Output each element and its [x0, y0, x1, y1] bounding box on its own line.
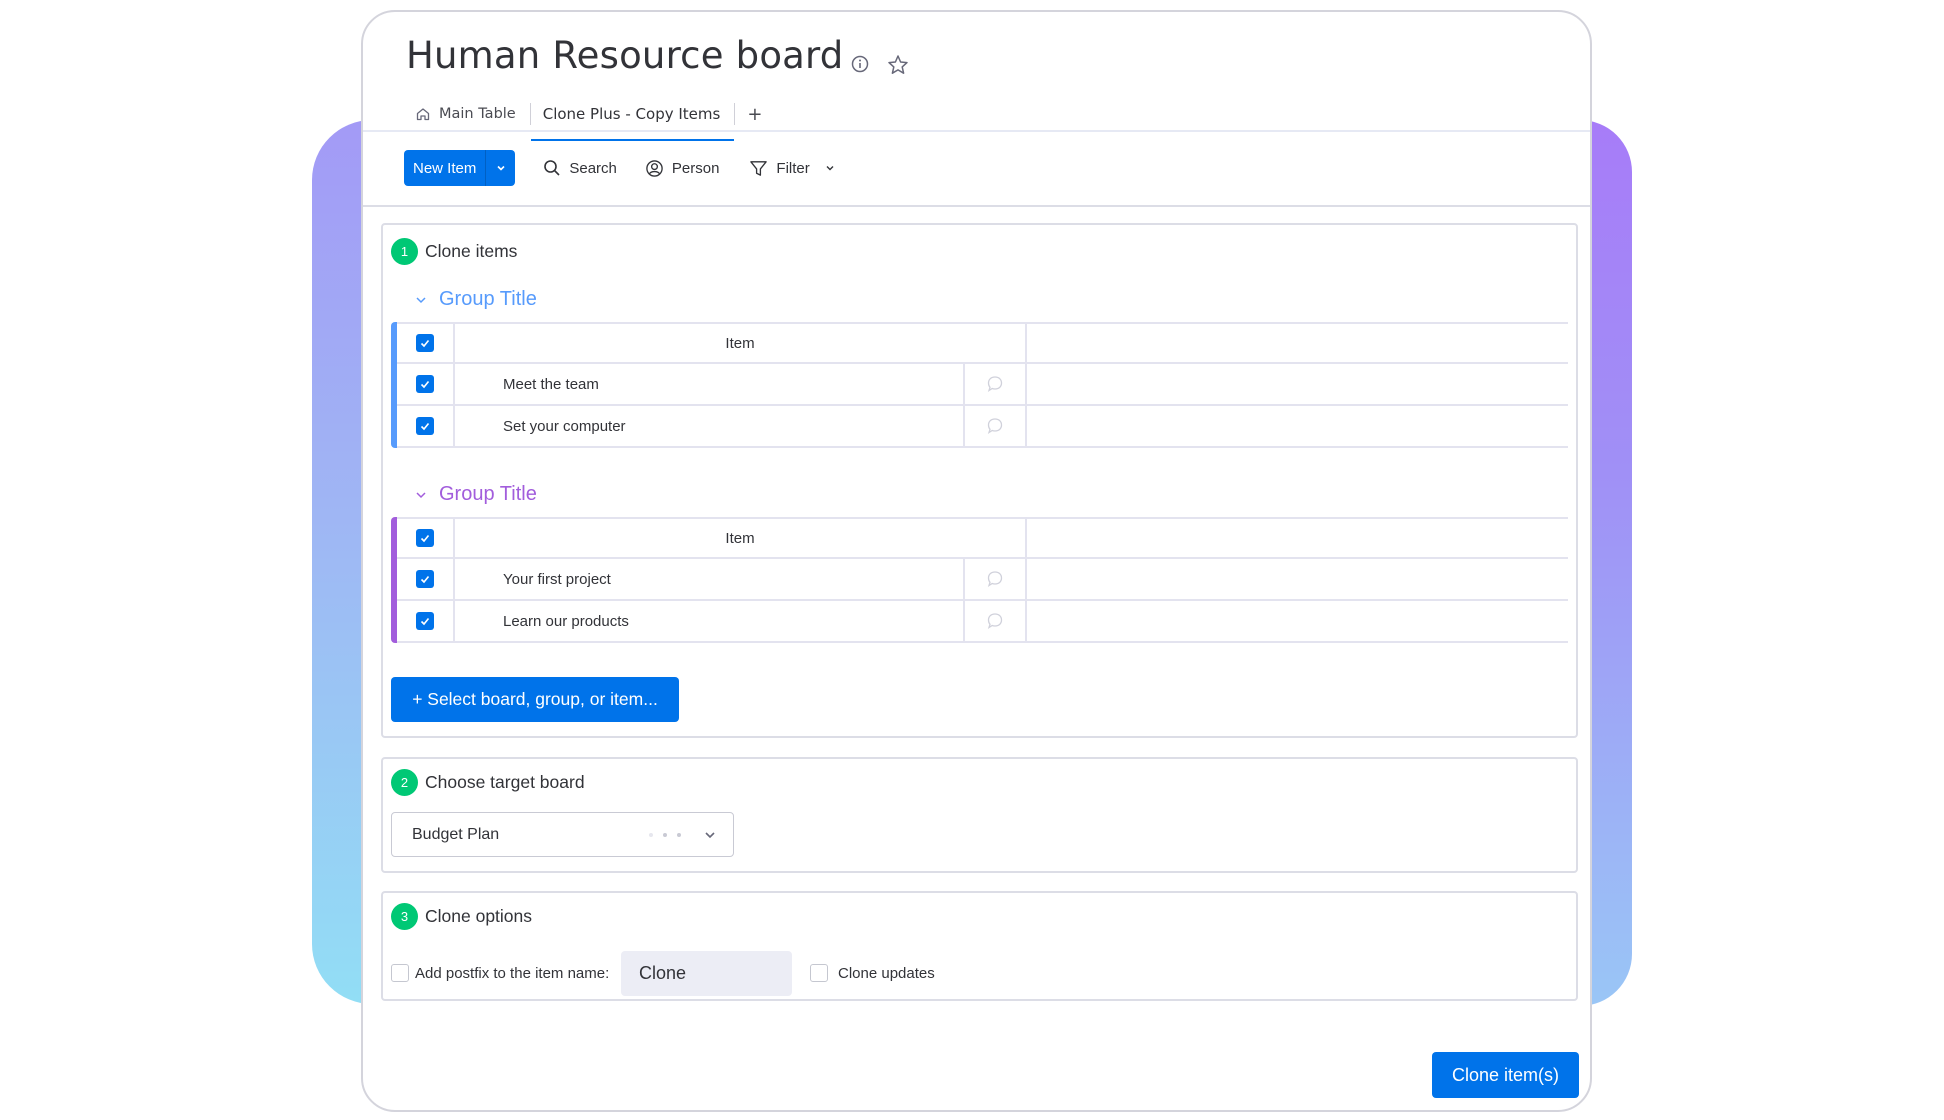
group-title-label: Group Title: [439, 288, 537, 310]
filter-button[interactable]: Filter: [749, 159, 835, 178]
clone-updates-checkbox[interactable]: [810, 964, 828, 982]
target-board-dropdown[interactable]: Budget Plan: [391, 812, 734, 857]
person-filter-button[interactable]: Person: [645, 159, 720, 178]
clone-options-row: Add postfix to the item name: Clone upda…: [391, 950, 935, 996]
section-title: Choose target board: [425, 772, 585, 792]
step-header: 3 Clone options: [391, 903, 532, 930]
item-name: Your first project: [455, 559, 965, 599]
clone-updates-label: Clone updates: [838, 964, 935, 982]
new-item-button[interactable]: New Item: [404, 150, 516, 186]
chevron-down-icon: [416, 296, 426, 303]
tab-main-table[interactable]: Main Table: [403, 96, 530, 132]
search-icon: [544, 160, 560, 176]
section-title: Clone items: [425, 241, 518, 261]
chevron-down-icon: [705, 832, 715, 839]
check-icon: [420, 380, 430, 389]
item-checkbox[interactable]: [416, 570, 434, 588]
person-icon: [646, 159, 663, 177]
item-name: Learn our products: [455, 601, 965, 641]
item-checkbox[interactable]: [416, 375, 434, 393]
tabs-divider: [363, 130, 1590, 132]
item-checkbox[interactable]: [416, 612, 434, 630]
item-name: Meet the team: [455, 364, 965, 404]
group-title-label: Group Title: [439, 483, 537, 505]
chevron-down-icon: [416, 491, 426, 498]
select-all-checkbox[interactable]: [416, 529, 434, 547]
plus-icon: +: [747, 103, 763, 125]
clone-items-button[interactable]: Clone item(s): [1432, 1052, 1579, 1098]
table-header-row: Item: [397, 322, 1568, 364]
comment-icon[interactable]: [985, 374, 1005, 394]
person-label: Person: [671, 159, 720, 177]
column-header-item: Item: [455, 324, 1027, 362]
select-all-checkbox[interactable]: [416, 334, 434, 352]
column-header-item: Item: [455, 519, 1027, 557]
search-label: Search: [569, 159, 617, 177]
filter-label: Filter: [776, 159, 810, 177]
chevron-down-icon[interactable]: [824, 162, 836, 174]
table-row: Learn our products: [397, 601, 1568, 643]
group-title-2[interactable]: Group Title: [415, 483, 537, 506]
toolbar-divider: [363, 205, 1590, 207]
comment-icon[interactable]: [985, 569, 1005, 589]
check-icon: [420, 339, 430, 348]
tab-label: Clone Plus - Copy Items: [542, 105, 721, 123]
loading-dots-icon: [649, 833, 681, 837]
step-badge: 2: [391, 769, 418, 796]
item-name: Set your computer: [455, 406, 965, 446]
step-header: 2 Choose target board: [391, 769, 585, 796]
new-item-dropdown-button[interactable]: [485, 150, 515, 186]
tab-label: Main Table: [439, 106, 516, 122]
view-tabs: Main Table Clone Plus - Copy Items +: [403, 96, 774, 141]
postfix-checkbox[interactable]: [391, 964, 409, 982]
group-table-1: Item Meet the team Set your computer: [391, 322, 1568, 448]
info-icon[interactable]: [850, 54, 870, 74]
clone-options-section: 3 Clone options Add postfix to the item …: [381, 891, 1578, 1001]
check-icon: [420, 617, 430, 626]
postfix-input[interactable]: [621, 950, 792, 996]
search-button[interactable]: Search: [543, 159, 617, 177]
board-toolbar: New Item Search Person Filter: [404, 150, 836, 186]
choose-target-board-section: 2 Choose target board Budget Plan: [381, 757, 1578, 873]
select-board-group-item-button[interactable]: + Select board, group, or item...: [391, 677, 679, 722]
step-badge: 3: [391, 903, 418, 930]
section-title: Clone options: [425, 906, 533, 926]
new-item-label: New Item: [413, 159, 477, 177]
group-table-2: Item Your first project Learn our produc…: [391, 517, 1568, 643]
comment-icon[interactable]: [985, 611, 1005, 631]
step-badge: 1: [391, 238, 418, 265]
clone-items-section: 1 Clone items Group Title Item Meet the …: [381, 223, 1578, 738]
table-header-row: Item: [397, 517, 1568, 559]
selected-board: Budget Plan: [412, 825, 500, 843]
chevron-down-icon: [497, 165, 505, 171]
add-view-button[interactable]: +: [735, 96, 774, 132]
star-icon[interactable]: [887, 54, 908, 74]
table-row: Meet the team: [397, 364, 1568, 406]
group-title-1[interactable]: Group Title: [415, 288, 537, 311]
comment-icon[interactable]: [985, 416, 1005, 436]
item-checkbox[interactable]: [416, 417, 434, 435]
board-title: Human Resource board: [406, 34, 844, 77]
check-icon: [420, 534, 430, 543]
postfix-label: Add postfix to the item name:: [415, 964, 610, 982]
board-window: Human Resource board Main Table Clone Pl…: [361, 10, 1592, 1112]
home-icon: [416, 108, 430, 121]
step-header: 1 Clone items: [391, 238, 517, 265]
tab-clone-plus-copy-items[interactable]: Clone Plus - Copy Items: [530, 96, 735, 141]
table-row: Your first project: [397, 559, 1568, 601]
check-icon: [420, 422, 430, 431]
filter-icon: [750, 160, 768, 176]
clone-updates-option[interactable]: Clone updates: [810, 964, 935, 982]
table-row: Set your computer: [397, 406, 1568, 448]
check-icon: [420, 575, 430, 584]
